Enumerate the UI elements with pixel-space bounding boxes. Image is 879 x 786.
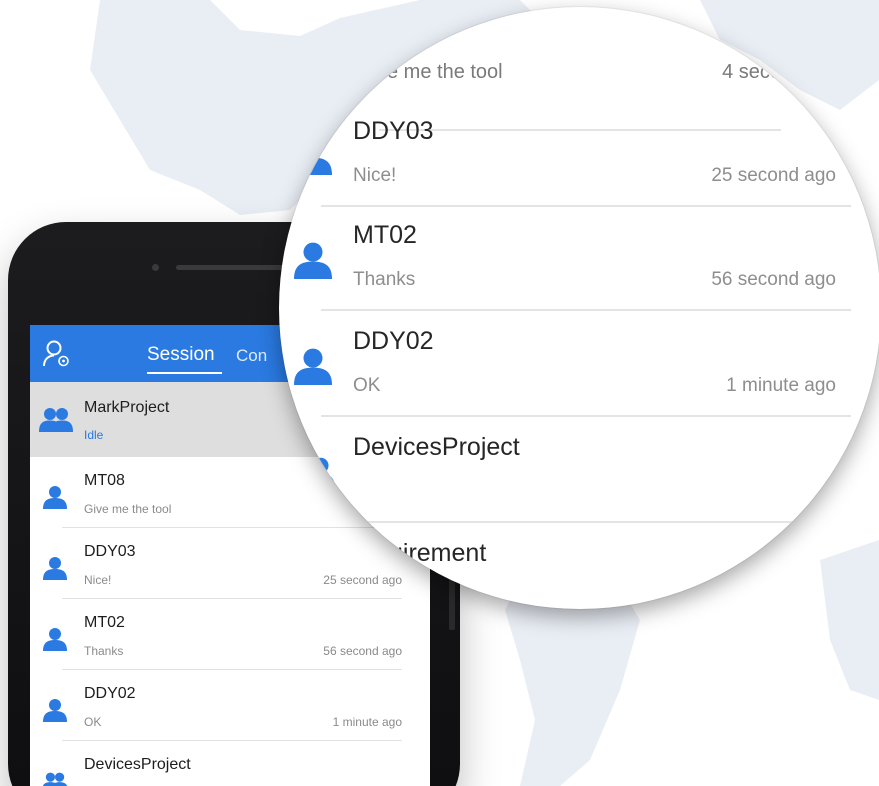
zoomed-session-list: e me the tool 4 seco DDY03 Nice! 25 second … — [279, 7, 879, 609]
zoomed-session-name: DDY03 — [353, 117, 434, 145]
user-icon — [43, 699, 67, 722]
user-icon — [43, 486, 67, 509]
row-divider — [321, 415, 851, 417]
session-time: 1 minute ago — [332, 715, 402, 729]
zoomed-last-message: OK — [353, 375, 381, 396]
session-last-message: Nice! — [84, 573, 112, 587]
user-icon — [43, 557, 67, 580]
magnifier-zoom-view: e me the tool 4 seco DDY03 Nice! 25 second … — [279, 7, 879, 609]
session-name: DDY03 — [84, 543, 136, 560]
user-icon — [294, 138, 332, 175]
zoomed-time: 25 second ago — [711, 165, 836, 186]
zoomed-session-name: MT02 — [353, 221, 417, 249]
active-tab-indicator — [147, 372, 222, 374]
zoomed-session-row: MT02 Thanks 56 second ago — [279, 207, 879, 311]
zoomed-time: 4 seco — [722, 61, 781, 83]
row-divider — [321, 521, 851, 523]
zoomed-time: 56 second ago — [711, 269, 836, 290]
tab-contacts[interactable]: Con — [236, 346, 267, 366]
session-time: 56 second ago — [323, 644, 402, 658]
user-settings-icon[interactable] — [42, 339, 72, 369]
session-name: DDY02 — [84, 685, 136, 702]
zoomed-last-message: Thanks — [353, 269, 416, 290]
tab-session[interactable]: Session — [147, 344, 215, 366]
zoomed-session-row: DDY02 OK 1 minute ago — [279, 313, 879, 417]
session-last-message: OK — [84, 715, 102, 729]
user-icon — [294, 242, 332, 279]
session-last-message: Give me the tool — [84, 502, 172, 516]
zoomed-last-message: Nice! — [353, 165, 397, 186]
session-name: MT08 — [84, 472, 125, 489]
session-last-message: Thanks — [84, 644, 124, 658]
zoomed-session-row: DevicesProject — [279, 419, 879, 523]
zoomed-session-name: DDY02 — [353, 327, 434, 355]
zoomed-last-message: e me the tool — [387, 61, 503, 83]
row-divider — [321, 309, 851, 311]
group-icon — [39, 408, 73, 432]
session-last-message: Idle — [84, 428, 104, 442]
zoomed-session-name: DevicesProject — [353, 433, 520, 461]
zoomed-session-row: uirement — [279, 525, 879, 609]
session-name: MarkProject — [84, 399, 170, 416]
group-icon — [42, 772, 68, 786]
session-row[interactable]: MT02 Thanks 56 second ago — [30, 599, 430, 670]
zoomed-session-name: uirement — [389, 539, 487, 567]
session-name: MT02 — [84, 614, 125, 631]
zoomed-time: 1 minute ago — [726, 375, 836, 396]
group-icon — [291, 457, 335, 489]
user-icon — [43, 628, 67, 651]
front-camera — [152, 264, 159, 271]
zoomed-session-row: DDY03 Nice! 25 second ago — [279, 103, 879, 207]
session-row[interactable]: DDY02 OK 1 minute ago — [30, 670, 430, 741]
session-row[interactable]: DevicesProject — [30, 741, 430, 786]
session-name: DevicesProject — [84, 756, 191, 773]
user-icon — [294, 348, 332, 385]
